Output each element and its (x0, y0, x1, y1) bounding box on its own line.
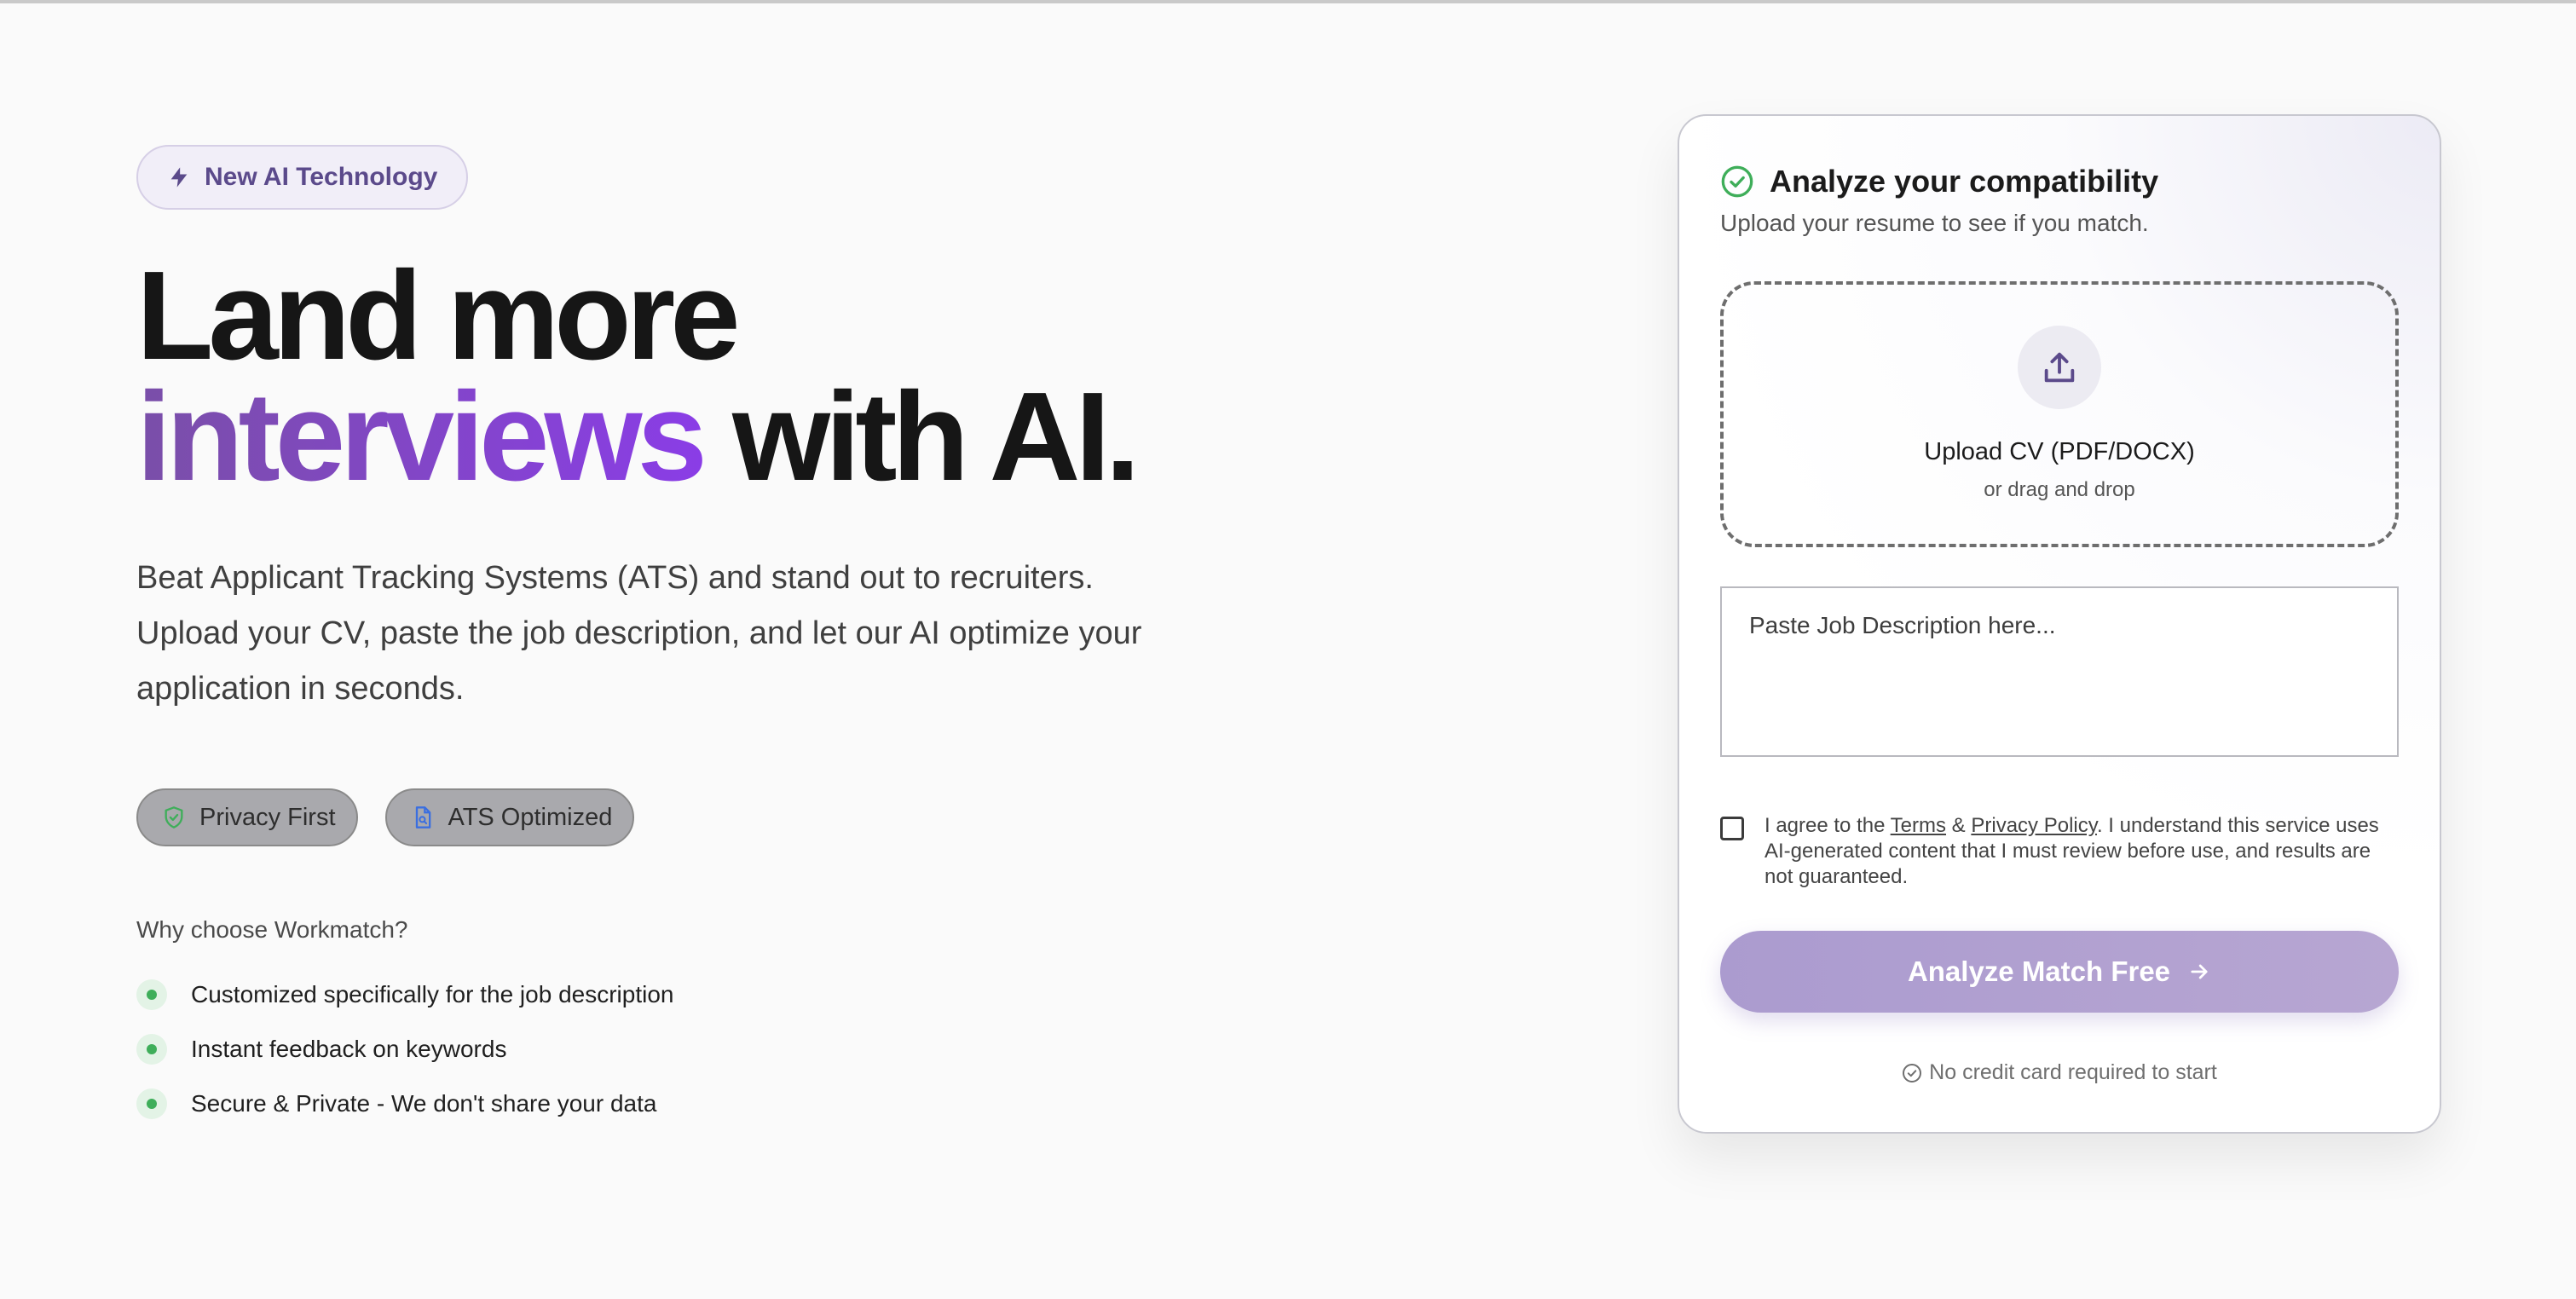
shield-check-icon (165, 806, 183, 828)
pill-label: ATS Optimized (448, 803, 613, 831)
card-title: Analyze your compatibility (1770, 164, 2159, 199)
card-subtitle: Upload your resume to see if you match. (1720, 210, 2149, 236)
list-item-text: Secure & Private - We don't share your d… (191, 1090, 657, 1117)
headline-rest: with AI. (702, 367, 1141, 507)
bullet-dot-icon (136, 1088, 167, 1119)
headline-line1: Land more (136, 245, 741, 386)
headline-highlight: interviews (136, 367, 708, 507)
list-item: Instant feedback on keywords (136, 1022, 1245, 1077)
no-credit-card-text: No credit card required to start (1929, 1060, 2217, 1084)
analyze-match-button[interactable]: Analyze Match Free (1720, 931, 2399, 1013)
terms-agreement: I agree to the Terms & Privacy Policy. I… (1720, 813, 2394, 890)
cv-upload-dropzone[interactable]: Upload CV (PDF/DOCX) or drag and drop (1720, 281, 2399, 547)
arrow-right-icon (2191, 964, 2208, 979)
bullet-dot-icon (136, 1034, 167, 1065)
new-ai-badge: New AI Technology (136, 145, 469, 210)
check-circle-icon (1903, 1063, 1922, 1082)
list-item-text: Customized specifically for the job desc… (191, 981, 674, 1007)
ats-optimized-pill: ATS Optimized (384, 788, 635, 846)
why-list: Customized specifically for the job desc… (136, 967, 1245, 1131)
job-description-input[interactable] (1720, 586, 2399, 757)
terms-link[interactable]: Terms (1891, 814, 1946, 837)
list-item: Secure & Private - We don't share your d… (136, 1077, 1245, 1131)
why-title: Why choose Workmatch? (136, 916, 408, 943)
top-border (0, 0, 2576, 3)
list-item-text: Instant feedback on keywords (191, 1036, 507, 1062)
hero-section: New AI Technology Land more interviews w… (136, 145, 1245, 1131)
document-search-icon (415, 806, 430, 828)
terms-text: I agree to the Terms & Privacy Policy. I… (1765, 813, 2394, 890)
privacy-policy-link[interactable]: Privacy Policy (1971, 814, 2097, 837)
analyze-card: Analyze your compatibility Upload your r… (1678, 114, 2441, 1134)
terms-text-prefix: I agree to the (1765, 814, 1891, 837)
privacy-first-pill: Privacy First (136, 788, 358, 846)
terms-text-amp: & (1946, 814, 1972, 837)
upload-title: Upload CV (PDF/DOCX) (1924, 438, 2195, 465)
upload-subtitle: or drag and drop (1984, 478, 2135, 501)
terms-checkbox[interactable] (1720, 817, 1744, 840)
cta-label: Analyze Match Free (1907, 955, 2171, 987)
lightning-icon (170, 167, 188, 188)
card-header: Analyze your compatibility (1720, 164, 2158, 199)
upload-icon (2044, 352, 2075, 383)
list-item: Customized specifically for the job desc… (136, 967, 1245, 1022)
pill-label: Privacy First (199, 803, 336, 831)
badge-label: New AI Technology (205, 163, 438, 191)
hero-subtitle: Beat Applicant Tracking Systems (ATS) an… (136, 560, 1142, 707)
no-credit-card-note: No credit card required to start (1679, 1060, 2440, 1085)
check-circle-icon (1721, 165, 1753, 198)
bullet-dot-icon (136, 979, 167, 1010)
hero-headline: Land more interviews with AI. (136, 253, 1245, 500)
feature-pills: Privacy First ATS Optimized (136, 788, 1245, 846)
upload-icon-wrapper (2018, 326, 2101, 409)
